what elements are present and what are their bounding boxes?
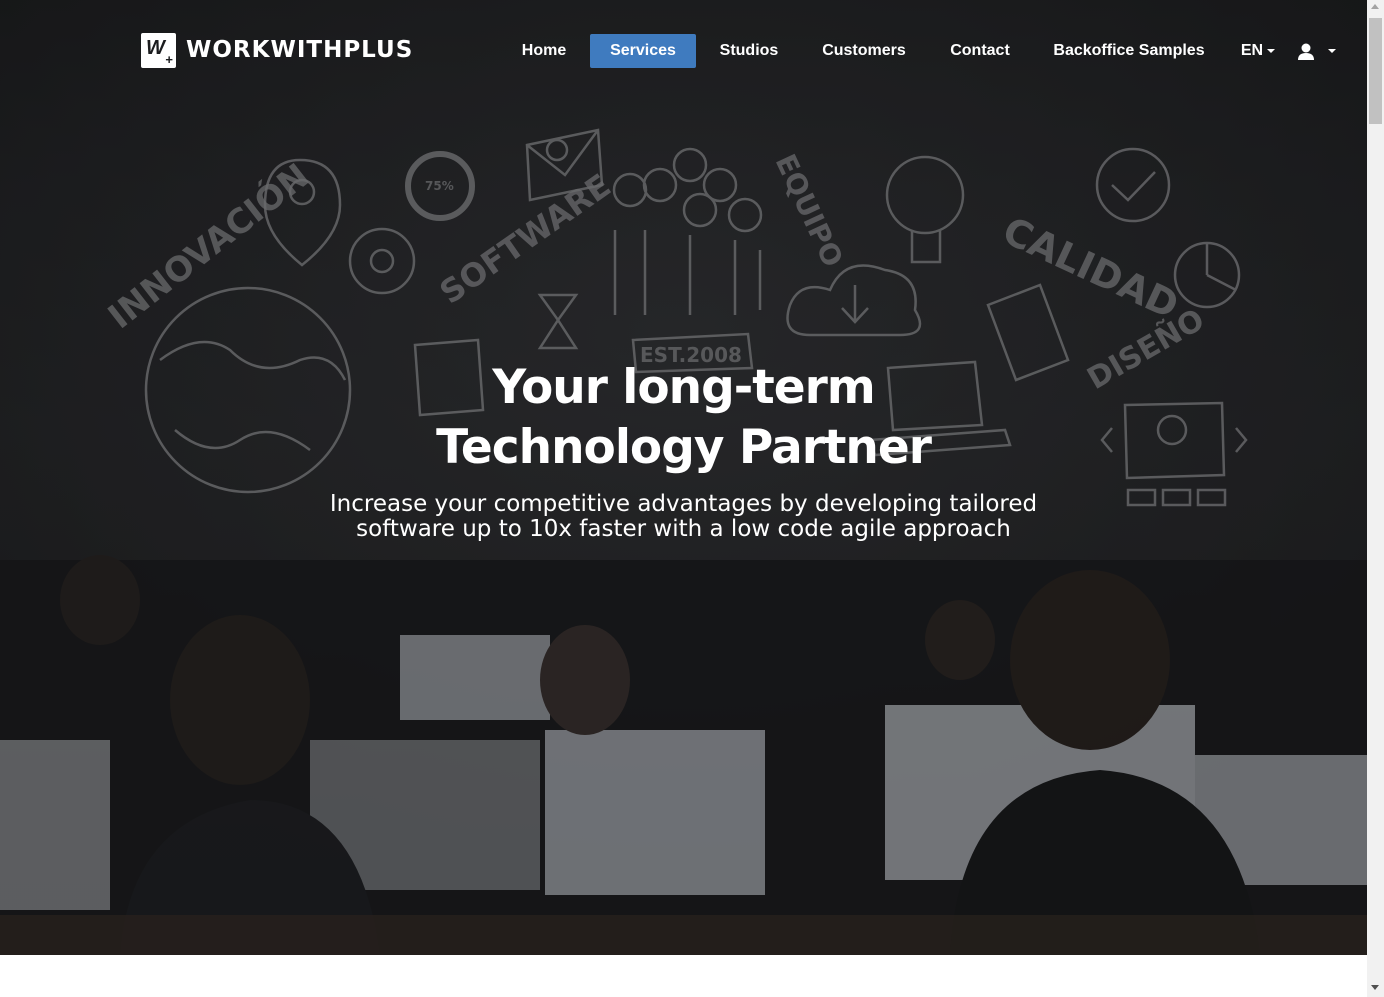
- main-nav: Home Services Studios Customers Contact …: [0, 34, 1367, 68]
- top-navbar: W + WORKWITHPLUS Home Services Studios C…: [0, 0, 1367, 100]
- scroll-up-arrow-icon[interactable]: [1371, 4, 1379, 9]
- nav-item-customers[interactable]: Customers: [805, 34, 923, 68]
- page-scrollbar[interactable]: [1367, 0, 1384, 997]
- scrollbar-thumb[interactable]: [1369, 18, 1382, 124]
- nav-item-studios[interactable]: Studios: [704, 34, 794, 68]
- nav-item-contact[interactable]: Contact: [933, 34, 1027, 68]
- chevron-down-icon: [1267, 48, 1276, 53]
- nav-item-home[interactable]: Home: [505, 34, 583, 68]
- hero-subtitle: Increase your competitive advantages by …: [0, 492, 1367, 542]
- hero-section: INNOVACIÓN SOFTWARE EQUIPO CALIDAD DISEÑ…: [0, 0, 1367, 955]
- scroll-down-arrow-icon[interactable]: [1371, 985, 1379, 990]
- user-icon: [1298, 43, 1314, 60]
- language-dropdown[interactable]: EN: [1232, 34, 1284, 68]
- nav-item-backoffice-samples[interactable]: Backoffice Samples: [1038, 34, 1220, 68]
- user-menu-dropdown[interactable]: [1298, 34, 1340, 68]
- chevron-down-icon: [1328, 49, 1336, 53]
- hero-subtitle-line-1: Increase your competitive advantages by …: [329, 491, 1038, 517]
- hero-subtitle-line-2: software up to 10x faster with a low cod…: [356, 516, 1011, 542]
- hero-title-line-2: Technology Partner: [436, 420, 932, 475]
- hero-title-line-1: Your long-term: [492, 360, 876, 415]
- hero-title: Your long-term Technology Partner: [0, 358, 1367, 478]
- nav-item-services[interactable]: Services: [590, 34, 696, 68]
- language-label: EN: [1240, 42, 1264, 59]
